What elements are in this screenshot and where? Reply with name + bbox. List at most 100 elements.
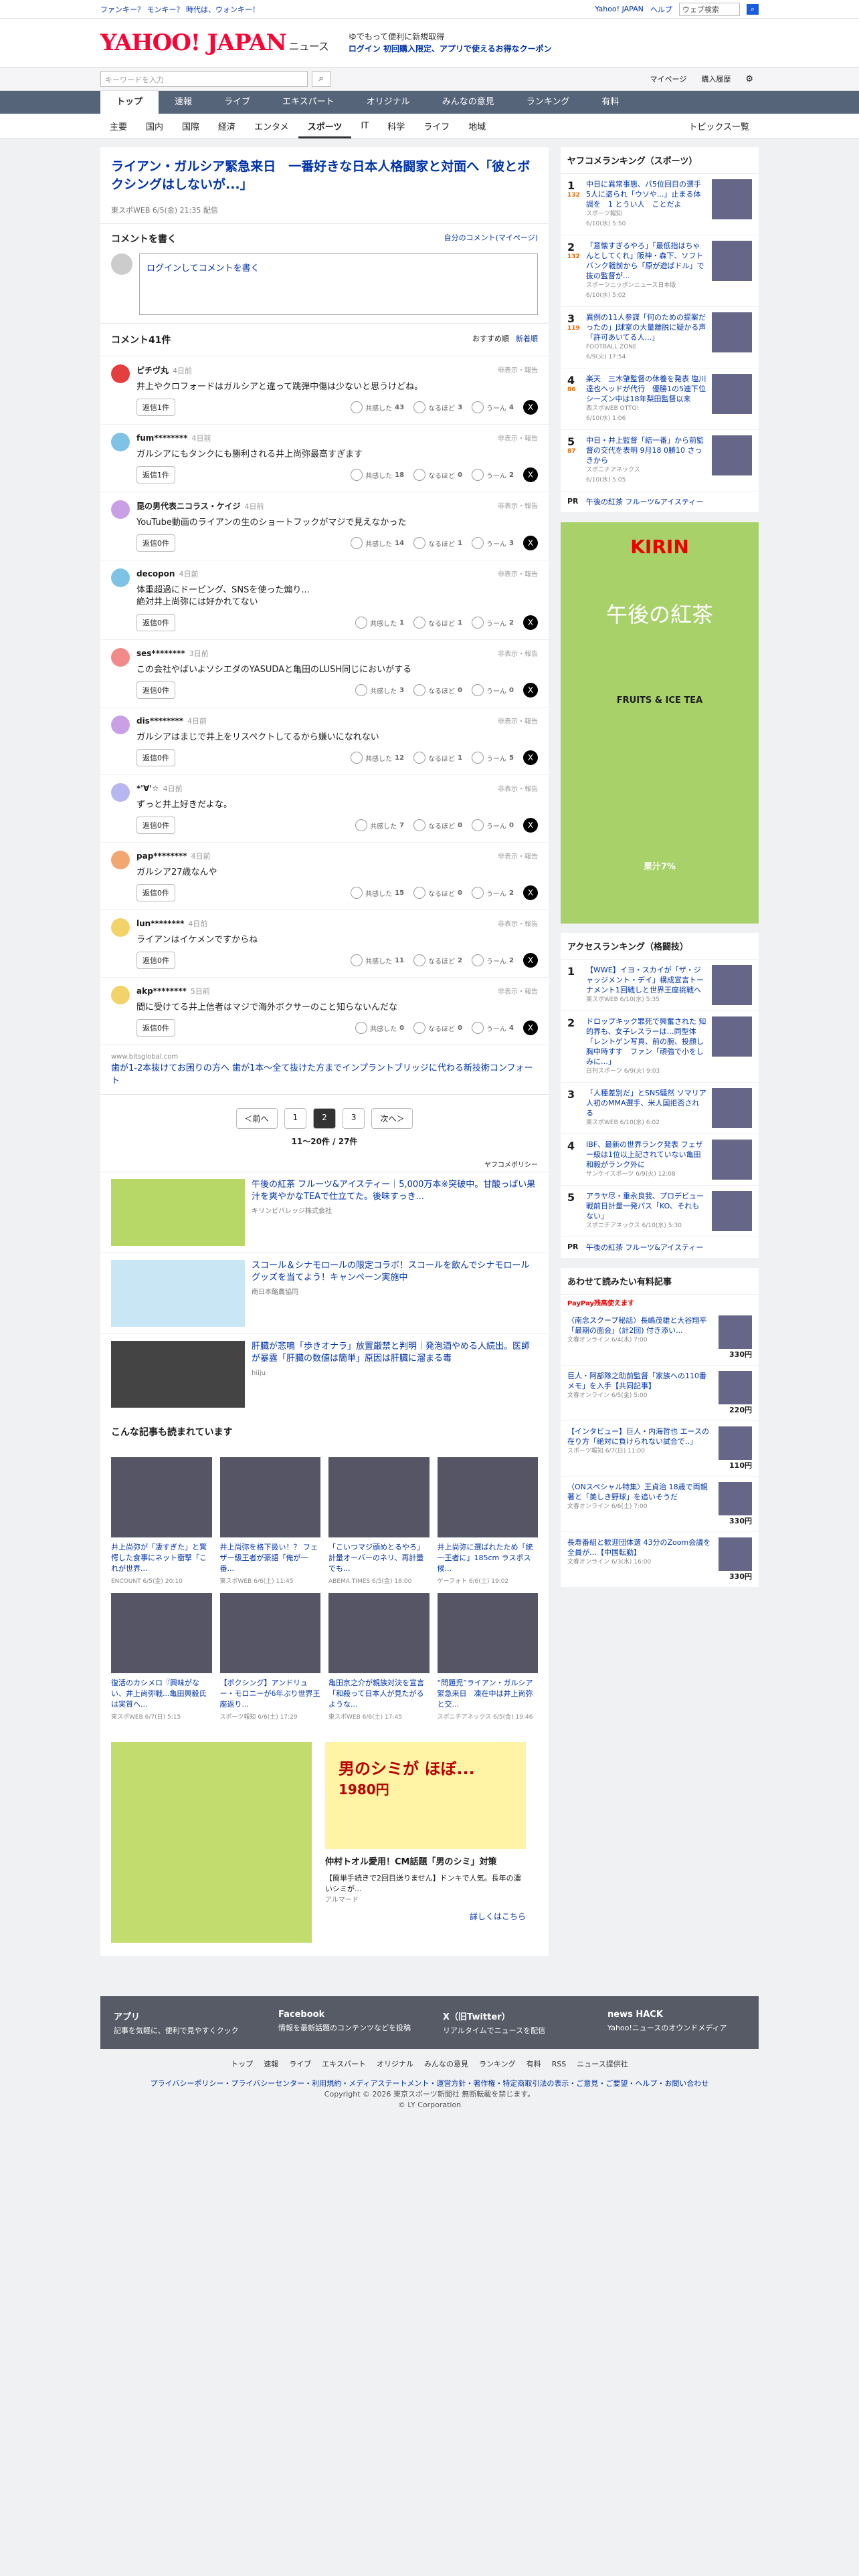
naruhodo-button[interactable]: なるほど 0 bbox=[413, 1022, 462, 1034]
access-ranking-item[interactable]: 1 【WWE】イヨ・スカイが「ザ・ジャッジメント・デイ」構成宣言トーナメント1回… bbox=[561, 960, 759, 1011]
x-share-icon[interactable]: X bbox=[523, 683, 538, 697]
cat-it[interactable]: IT bbox=[351, 121, 378, 131]
search-button[interactable]: ⌕ bbox=[312, 71, 330, 87]
empathy-button[interactable]: 共感した 43 bbox=[351, 401, 404, 413]
reply-button[interactable]: 返信0件 bbox=[136, 884, 175, 901]
cat-intl[interactable]: 国際 bbox=[173, 120, 209, 132]
naruhodo-button[interactable]: なるほど 2 bbox=[413, 954, 462, 966]
naruhodo-button[interactable]: なるほど 1 bbox=[413, 752, 462, 764]
comment-user[interactable]: lun******** bbox=[136, 919, 184, 928]
keyword-search-input[interactable]: キーワードを入力 bbox=[100, 71, 308, 87]
x-share-icon[interactable]: X bbox=[523, 536, 538, 550]
x-share-icon[interactable]: X bbox=[523, 750, 538, 765]
hmm-button[interactable]: うーん 4 bbox=[472, 1022, 514, 1034]
footer-link[interactable]: ライブ bbox=[289, 2060, 311, 2068]
login-link[interactable]: ログイン 初回購入限定、アプリで使えるお得なクーポン bbox=[349, 44, 552, 53]
utility-promo[interactable]: ファンキー？ モンキー？ 時代は、ウォンキー！ bbox=[100, 4, 260, 15]
naruhodo-button[interactable]: なるほど 0 bbox=[413, 819, 462, 831]
my-comments-link[interactable]: 自分のコメント(マイページ) bbox=[444, 232, 538, 245]
related-article[interactable]: 「こいつマジ頭めとるやろ」計量オーバーのネリ、再計量でも... ABEMA TI… bbox=[328, 1457, 430, 1585]
paid-article[interactable]: 〈南念スクープ秘話〉長嶋茂雄と大谷翔平「最期の面会」(計2回) 付き添い... 文… bbox=[561, 1310, 759, 1366]
gnav-top[interactable]: トップ bbox=[100, 91, 159, 114]
footer-link[interactable]: 有料 bbox=[527, 2060, 541, 2068]
policy-link[interactable]: ヤフコメポリシー bbox=[100, 1156, 549, 1172]
help-link[interactable]: ヘルプ bbox=[650, 4, 672, 15]
cat-sports[interactable]: スポーツ bbox=[298, 114, 352, 138]
reply-button[interactable]: 返信0件 bbox=[136, 534, 175, 552]
sort-newest[interactable]: 新着順 bbox=[516, 334, 538, 343]
search-icon[interactable]: ⌕ bbox=[746, 3, 759, 15]
footer-link[interactable]: トップ bbox=[231, 2060, 253, 2068]
access-ranking-item[interactable]: 3 「人種差別だ」とSNS騒然 ソマリア人初のMMA選手、米人国拒否される 東スポ… bbox=[561, 1083, 759, 1134]
footer-col[interactable]: news HACK Yahoo!ニュースのオウンドメディア bbox=[607, 2010, 745, 2036]
comment-user[interactable]: ses******** bbox=[136, 649, 185, 658]
comment-user[interactable]: 昆の男代表ニコラス・ケイジ bbox=[136, 502, 241, 511]
naruhodo-button[interactable]: なるほど 0 bbox=[413, 684, 462, 696]
ranking-item[interactable]: 2 132 「意懐すぎるやろ」「最低指はちゃんとしてくれ」阪神・森下、ソフトバンク… bbox=[561, 235, 759, 307]
comment-user[interactable]: akp******** bbox=[136, 986, 187, 996]
report-link[interactable]: 非表示・報告 bbox=[498, 568, 538, 579]
ranking-item[interactable]: 3 119 異例の11人参謀「何のための提案だったの」J球室の大量離脱に疑かる声「… bbox=[561, 307, 759, 368]
cat-life[interactable]: ライフ bbox=[414, 120, 459, 132]
gear-icon[interactable]: ⚙ bbox=[740, 74, 759, 84]
x-share-icon[interactable]: X bbox=[523, 467, 538, 482]
gnav-live[interactable]: ライブ bbox=[208, 91, 266, 114]
report-link[interactable]: 非表示・報告 bbox=[498, 364, 538, 376]
related-article[interactable]: 井上尚弥を格下扱い！？ フェザー級王者が豪語「俺が一番... 東スポWEB 6/… bbox=[219, 1457, 320, 1585]
hmm-button[interactable]: うーん 0 bbox=[472, 819, 514, 831]
paid-article[interactable]: 巨人・阿部隊之助前監督「家族への110番メモ」を入手【共同記事】 文春オンライン … bbox=[561, 1366, 759, 1421]
reply-button[interactable]: 返信1件 bbox=[136, 466, 175, 484]
access-ranking-item[interactable]: 2 ドロップキック罪死で興奮された 知的界も、女子レスラーは…同型体「レントゲン… bbox=[561, 1011, 759, 1083]
gnav-ranking[interactable]: ランキング bbox=[510, 91, 586, 114]
report-link[interactable]: 非表示・報告 bbox=[498, 918, 538, 929]
x-share-icon[interactable]: X bbox=[523, 885, 538, 900]
footer-link[interactable]: オリジナル bbox=[377, 2060, 413, 2068]
related-article[interactable]: 【ボクシング】アンドリュー・モロニーが6年ぶり世界王座返り... スポーツ報知 … bbox=[219, 1593, 320, 1721]
access-ranking-item[interactable]: 5 アラヤ尽・重永良我、プロデビュー戦前日計量一発パス「KO、それもない」 スポニ… bbox=[561, 1186, 759, 1237]
access-ranking-item[interactable]: 4 IBF、最新の世界ランク発表 フェザー級は1位以上記されていない亀田和毅がラ… bbox=[561, 1134, 759, 1186]
ranking-item[interactable]: 4 86 楽天 三木肇監督の休養を発表 塩川達也ヘッドが代行 優勝1の5連下位 シ… bbox=[561, 368, 759, 430]
cat-domestic[interactable]: 国内 bbox=[136, 120, 173, 132]
comment-user[interactable]: ピチヴ丸 bbox=[136, 366, 169, 375]
footer-link[interactable]: 速報 bbox=[264, 2060, 278, 2068]
hmm-button[interactable]: うーん 3 bbox=[472, 537, 514, 549]
yahoo-link[interactable]: Yahoo! JAPAN bbox=[595, 5, 644, 13]
reply-button[interactable]: 返信0件 bbox=[136, 681, 175, 699]
reply-button[interactable]: 返信0件 bbox=[136, 1019, 175, 1037]
report-link[interactable]: 非表示・報告 bbox=[498, 986, 538, 996]
comment-input[interactable]: ログインしてコメントを書く bbox=[139, 253, 538, 315]
footer-col[interactable]: X（旧Twitter） リアルタイムでニュースを配信 bbox=[443, 2010, 581, 2036]
inline-ad[interactable]: www.bitsglobal.com 歯が1-2本抜けてお困りの方へ 歯が1本〜… bbox=[100, 1045, 549, 1094]
paid-article[interactable]: 〈ONスペシャル特集〉王貞治 18歳で両親著と「美しき野球」を追いそうだ 文春オン… bbox=[561, 1477, 759, 1532]
article-title[interactable]: ライアン・ガルシア緊急来日 一番好きな日本人格闘家と対面へ「彼とボクシングはしな… bbox=[100, 147, 549, 205]
paid-article[interactable]: 【インタビュー】巨人・内海哲也 エースの在り方「絶対に負けられない試合で..」ス… bbox=[561, 1421, 759, 1477]
x-share-icon[interactable]: X bbox=[523, 400, 538, 415]
footer-link[interactable]: ニュース提供社 bbox=[577, 2060, 628, 2068]
related-article[interactable]: “問題児”ライアン・ガルシア緊急来日 凍在中は井上尚弥と交... スポニチアネッ… bbox=[437, 1593, 538, 1721]
hmm-button[interactable]: うーん 2 bbox=[472, 887, 514, 899]
empathy-button[interactable]: 共感した 12 bbox=[351, 752, 404, 764]
sort-recommended[interactable]: おすすめ順 bbox=[472, 334, 509, 343]
report-link[interactable]: 非表示・報告 bbox=[498, 716, 538, 726]
native-ad[interactable]: スコール＆シナモロールの限定コラボ！スコールを飲んでシナモロール グッズを当てよ… bbox=[100, 1253, 549, 1333]
comment-user[interactable]: dis******** bbox=[136, 716, 183, 726]
hmm-button[interactable]: うーん 2 bbox=[472, 469, 514, 481]
purchase-history-link[interactable]: 購入履歴 bbox=[696, 74, 736, 84]
gnav-original[interactable]: オリジナル bbox=[351, 91, 426, 114]
related-article[interactable]: 井上尚弥が「凄すぎた」と驚愕した食事にネット衝撃「これが世界... ENCOUN… bbox=[111, 1457, 212, 1585]
reply-button[interactable]: 返信0件 bbox=[136, 614, 175, 631]
reply-button[interactable]: 返信0件 bbox=[136, 749, 175, 766]
empathy-button[interactable]: 共感した 7 bbox=[355, 819, 404, 831]
footer-link[interactable]: ランキング bbox=[479, 2060, 516, 2068]
gnav-expert[interactable]: エキスパート bbox=[266, 91, 351, 114]
x-share-icon[interactable]: X bbox=[523, 1021, 538, 1035]
native-ad[interactable]: 午後の紅茶 フルーツ&アイスティー｜5,000万本※突破中。甘酸っぱい果汁を爽や… bbox=[100, 1172, 549, 1253]
x-share-icon[interactable]: X bbox=[523, 953, 538, 968]
footer-col[interactable]: Facebook 情報を最新話題のコンテンツなどを投稿 bbox=[278, 2010, 416, 2036]
ranking-item[interactable]: 1 132 中日に異常事態、パ5位回目の選手 5人に盗られ「ウソや...」止まる体… bbox=[561, 174, 759, 235]
page-3[interactable]: 3 bbox=[342, 1108, 365, 1129]
mypage-link[interactable]: マイページ bbox=[645, 74, 692, 84]
report-link[interactable]: 非表示・報告 bbox=[498, 500, 538, 512]
reply-button[interactable]: 返信0件 bbox=[136, 952, 175, 969]
report-link[interactable]: 非表示・報告 bbox=[498, 851, 538, 861]
